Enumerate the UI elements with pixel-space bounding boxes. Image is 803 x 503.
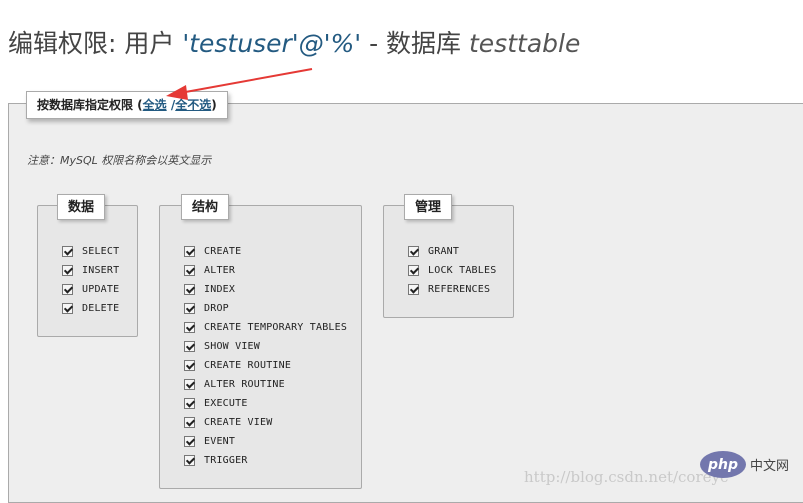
- privilege-label: CREATE: [204, 245, 242, 257]
- privilege-label: UPDATE: [82, 283, 120, 295]
- privilege-label: CREATE ROUTINE: [204, 359, 292, 371]
- privilege-label: GRANT: [428, 245, 460, 257]
- checkbox-lock-tables[interactable]: [408, 264, 419, 276]
- privilege-create-view[interactable]: CREATE VIEW: [184, 414, 272, 430]
- checkbox-delete[interactable]: [62, 302, 73, 314]
- privilege-label: TRIGGER: [204, 454, 248, 466]
- checkbox-grant[interactable]: [408, 245, 419, 257]
- group-data-title: 数据: [57, 194, 106, 220]
- privilege-label: DELETE: [82, 302, 120, 314]
- privilege-update[interactable]: UPDATE: [62, 281, 119, 297]
- privilege-insert[interactable]: INSERT: [62, 262, 119, 278]
- privilege-label: LOCK TABLES: [428, 264, 497, 276]
- privilege-label: SELECT: [82, 245, 120, 257]
- privilege-execute[interactable]: EXECUTE: [184, 395, 248, 411]
- privilege-create-routine[interactable]: CREATE ROUTINE: [184, 357, 291, 373]
- privilege-alter-routine[interactable]: ALTER ROUTINE: [184, 376, 285, 392]
- privilege-create-temporary-tables[interactable]: CREATE TEMPORARY TABLES: [184, 319, 347, 335]
- privilege-label: CREATE VIEW: [204, 416, 273, 428]
- checkbox-create[interactable]: [184, 245, 195, 257]
- checkbox-trigger[interactable]: [184, 454, 195, 466]
- checkbox-alter[interactable]: [184, 264, 195, 276]
- php-logo-icon: php: [700, 451, 746, 478]
- privilege-index[interactable]: INDEX: [184, 281, 235, 297]
- privilege-select[interactable]: SELECT: [62, 243, 119, 259]
- privilege-note: 注意：MySQL 权限名称会以英文显示: [27, 154, 212, 167]
- privilege-drop[interactable]: DROP: [184, 300, 229, 316]
- checkbox-alter-routine[interactable]: [184, 378, 195, 390]
- privilege-grant[interactable]: GRANT: [408, 243, 459, 259]
- privilege-label: EVENT: [204, 435, 236, 447]
- watermark-logo: php 中文网: [700, 451, 789, 478]
- watermark-logo-text: 中文网: [750, 459, 790, 474]
- checkbox-event[interactable]: [184, 435, 195, 447]
- privilege-show-view[interactable]: SHOW VIEW: [184, 338, 260, 354]
- checkbox-insert[interactable]: [62, 264, 73, 276]
- group-structure-title: 结构: [181, 194, 230, 220]
- privilege-references[interactable]: REFERENCES: [408, 281, 490, 297]
- privilege-label: INDEX: [204, 283, 236, 295]
- checkbox-index[interactable]: [184, 283, 195, 295]
- checkbox-drop[interactable]: [184, 302, 195, 314]
- checkbox-create-routine[interactable]: [184, 359, 195, 371]
- privilege-delete[interactable]: DELETE: [62, 300, 119, 316]
- group-admin-title: 管理: [404, 194, 453, 220]
- watermark-url: http://blog.csdn.net/coreyc: [524, 468, 729, 486]
- checkbox-execute[interactable]: [184, 397, 195, 409]
- privilege-label: EXECUTE: [204, 397, 248, 409]
- checkbox-show-view[interactable]: [184, 340, 195, 352]
- checkbox-create-view[interactable]: [184, 416, 195, 428]
- privilege-label: DROP: [204, 302, 229, 314]
- privilege-create[interactable]: CREATE: [184, 243, 241, 259]
- privilege-label: CREATE TEMPORARY TABLES: [204, 321, 348, 333]
- checkbox-create-temporary-tables[interactable]: [184, 321, 195, 333]
- privilege-alter[interactable]: ALTER: [184, 262, 235, 278]
- privilege-label: INSERT: [82, 264, 120, 276]
- privilege-trigger[interactable]: TRIGGER: [184, 452, 248, 468]
- checkbox-select[interactable]: [62, 245, 73, 257]
- privilege-label: SHOW VIEW: [204, 340, 260, 352]
- privilege-label: ALTER: [204, 264, 236, 276]
- privilege-event[interactable]: EVENT: [184, 433, 235, 449]
- checkbox-references[interactable]: [408, 283, 419, 295]
- privilege-lock-tables[interactable]: LOCK TABLES: [408, 262, 496, 278]
- privilege-label: ALTER ROUTINE: [204, 378, 285, 390]
- checkbox-update[interactable]: [62, 283, 73, 295]
- privilege-label: REFERENCES: [428, 283, 491, 295]
